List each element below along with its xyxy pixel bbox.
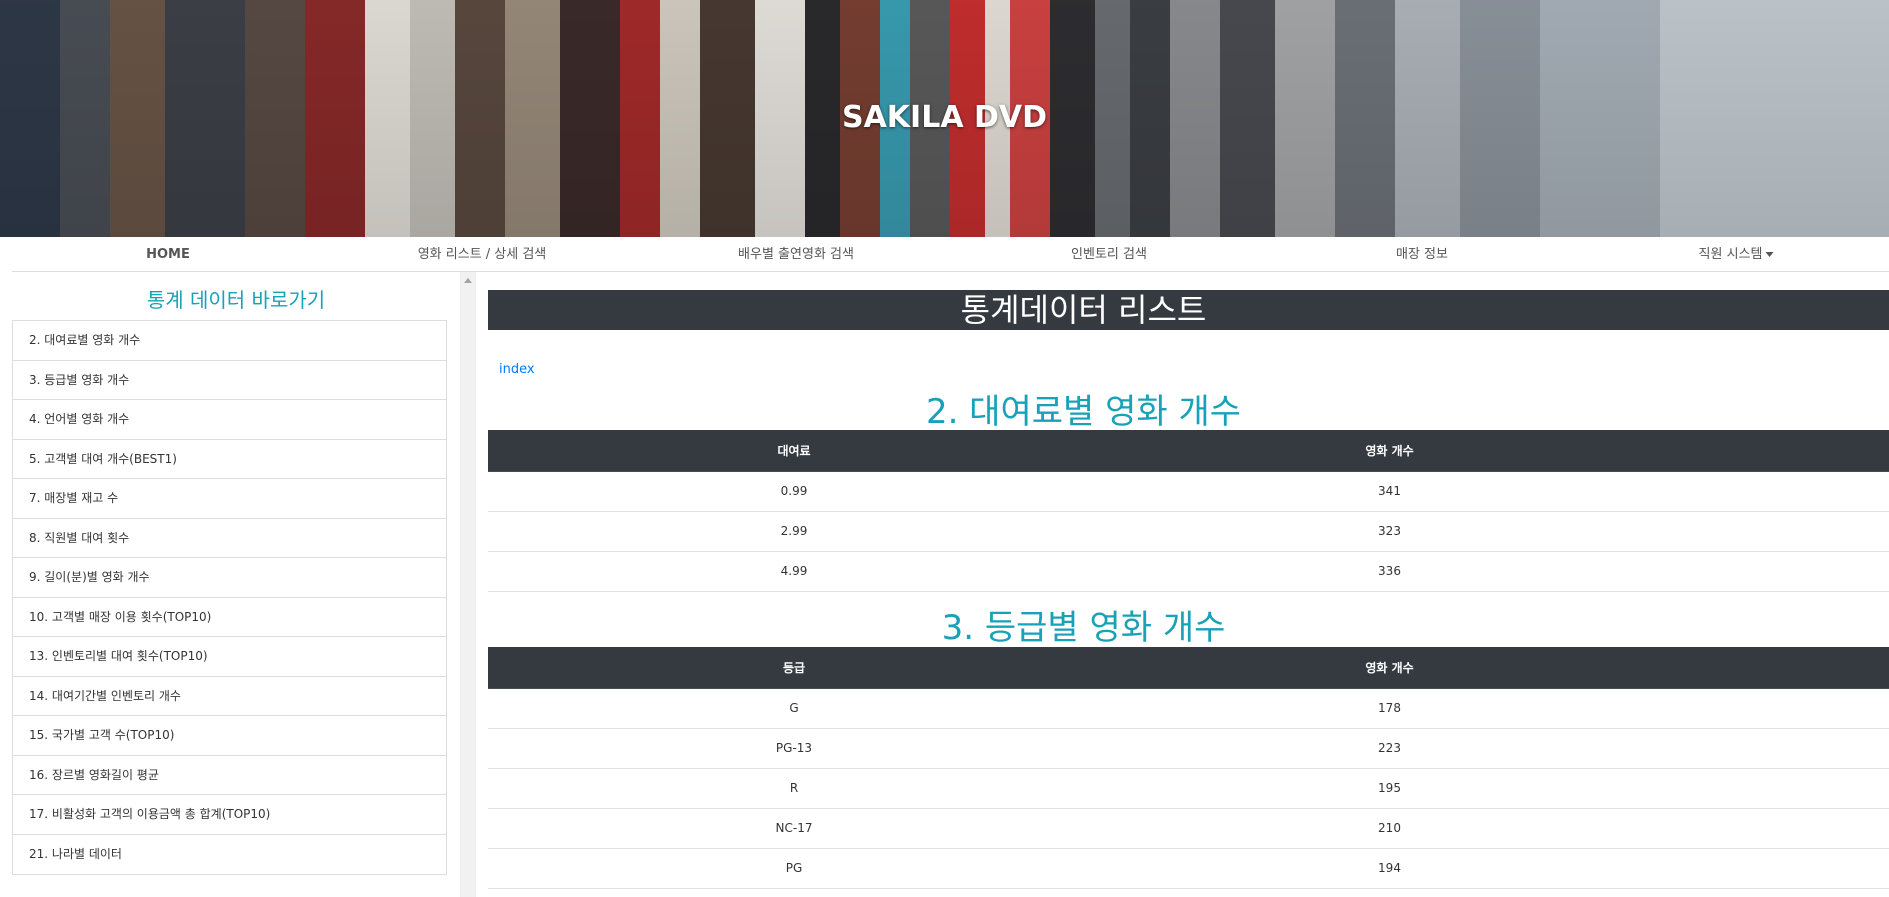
section-title-rental-rate: 2. 대여료별 영화 개수 (925, 392, 1242, 432)
stats-sidebar: 통계 데이터 바로가기 2. 대여료별 영화 개수 3. 등급별 영화 개수 4… (12, 272, 460, 897)
table-row: R 195 (488, 768, 1889, 809)
table-cell: R (488, 768, 1100, 809)
table-row: G 178 (488, 688, 1889, 729)
table-row: NC-17 210 (488, 808, 1889, 849)
sidebar-item-genre-length[interactable]: 16. 장르별 영화길이 평균 (13, 756, 446, 795)
table-cell: PG (488, 848, 1100, 889)
sidebar-list: 2. 대여료별 영화 개수 3. 등급별 영화 개수 4. 언어별 영화 개수 … (12, 320, 447, 875)
sidebar-item-country-customers[interactable]: 15. 국가별 고객 수(TOP10) (13, 716, 446, 756)
table-cell: 223 (1100, 728, 1889, 769)
nav-inventory-search[interactable]: 인벤토리 검색 (1071, 237, 1147, 272)
sidebar-item-staff-rentals[interactable]: 8. 직원별 대여 횟수 (13, 519, 446, 558)
sidebar-scrollbar[interactable] (460, 272, 476, 897)
section-title-rating: 3. 등급별 영화 개수 (941, 608, 1226, 648)
table-header: 영화 개수 (1100, 430, 1889, 472)
index-link[interactable]: index (499, 362, 535, 377)
nav-staff-system[interactable]: 직원 시스템 (1699, 237, 1774, 272)
table-row: 2.99 323 (488, 511, 1889, 552)
table-row: 4.99 336 (488, 551, 1889, 592)
scroll-up-icon[interactable] (464, 278, 472, 283)
table-cell: 0.99 (488, 471, 1100, 512)
sidebar-item-store-stock[interactable]: 7. 매장별 재고 수 (13, 479, 446, 519)
sidebar-item-rental-rate[interactable]: 2. 대여료별 영화 개수 (13, 321, 446, 361)
site-title: SAKILA DVD (841, 100, 1048, 135)
sidebar-item-inventory-rentals[interactable]: 13. 인벤토리별 대여 횟수(TOP10) (13, 637, 446, 677)
sidebar-item-rental-duration[interactable]: 14. 대여기간별 인벤토리 개수 (13, 677, 446, 716)
table-cell: 2.99 (488, 511, 1100, 552)
table-cell: NC-17 (488, 808, 1100, 849)
nav-staff-system-label: 직원 시스템 (1698, 247, 1763, 262)
table-row: PG 194 (488, 848, 1889, 889)
sidebar-item-rating[interactable]: 3. 등급별 영화 개수 (13, 361, 446, 400)
table-row: 0.99 341 (488, 471, 1889, 512)
sidebar-item-inactive-customers[interactable]: 17. 비활성화 고객의 이용금액 총 합계(TOP10) (13, 795, 446, 835)
sidebar-item-country-data[interactable]: 21. 나라별 데이터 (13, 835, 446, 875)
table-cell: 336 (1100, 551, 1889, 592)
main-content: 통계데이터 리스트 index 2. 대여료별 영화 개수 대여료 영화 개수 … (488, 272, 1889, 897)
table-cell: 323 (1100, 511, 1889, 552)
main-nav: HOME 영화 리스트 / 상세 검색 배우별 출연영화 검색 인벤토리 검색 … (12, 237, 1889, 272)
table-cell: 194 (1100, 848, 1889, 889)
sidebar-item-length[interactable]: 9. 길이(분)별 영화 개수 (13, 558, 446, 598)
sidebar-item-language[interactable]: 4. 언어별 영화 개수 (13, 400, 446, 440)
sidebar-item-customer-store-visits[interactable]: 10. 고객별 매장 이용 횟수(TOP10) (13, 598, 446, 637)
nav-store-info[interactable]: 매장 정보 (1396, 237, 1448, 272)
table-header: 등급 (488, 647, 1100, 689)
rating-table: 등급 영화 개수 G 178 PG-13 223 R 195 NC-17 210 (488, 647, 1889, 889)
nav-actor-films[interactable]: 배우별 출연영화 검색 (738, 237, 854, 272)
table-cell: 4.99 (488, 551, 1100, 592)
table-cell: 210 (1100, 808, 1889, 849)
table-cell: 341 (1100, 471, 1889, 512)
table-cell: G (488, 688, 1100, 729)
nav-home[interactable]: HOME (146, 237, 190, 272)
caret-down-icon (1765, 252, 1774, 257)
table-header: 대여료 (488, 430, 1100, 472)
rental-rate-table: 대여료 영화 개수 0.99 341 2.99 323 4.99 336 (488, 430, 1889, 592)
nav-film-list[interactable]: 영화 리스트 / 상세 검색 (418, 237, 547, 272)
page-title: 통계데이터 리스트 (488, 290, 1889, 330)
table-row: PG-13 223 (488, 728, 1889, 769)
table-cell: PG-13 (488, 728, 1100, 769)
sidebar-item-customer-rentals[interactable]: 5. 고객별 대여 개수(BEST1) (13, 440, 446, 479)
header-banner: SAKILA DVD (0, 0, 1889, 237)
table-cell: 195 (1100, 768, 1889, 809)
sidebar-title: 통계 데이터 바로가기 (146, 288, 326, 312)
table-cell: 178 (1100, 688, 1889, 729)
table-header: 영화 개수 (1100, 647, 1889, 689)
